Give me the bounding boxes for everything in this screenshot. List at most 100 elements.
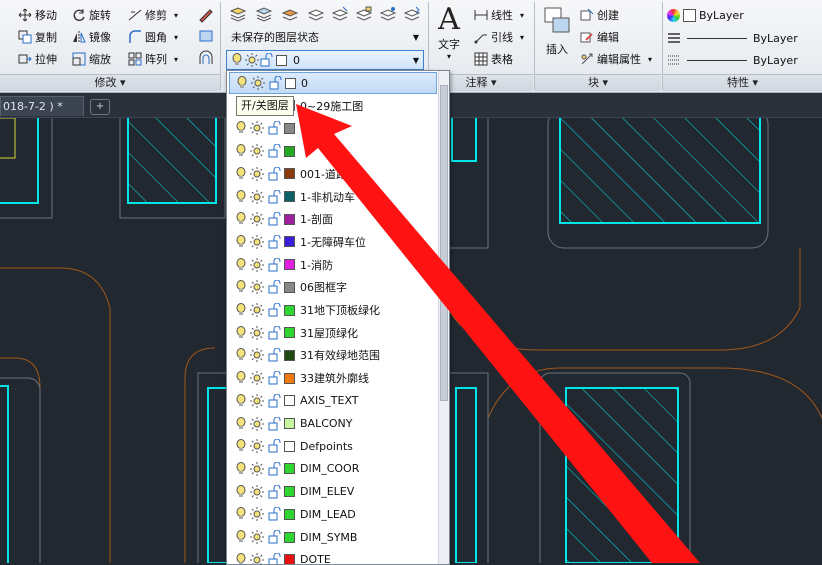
- edit-block-button[interactable]: 编辑: [580, 28, 619, 46]
- layer-color-swatch[interactable]: [284, 531, 295, 543]
- lightbulb-icon[interactable]: [235, 212, 247, 226]
- linear-dimension-button[interactable]: 线性 ▾: [474, 6, 524, 24]
- lightbulb-icon[interactable]: [235, 166, 247, 181]
- create-block-button[interactable]: 创建: [580, 6, 619, 24]
- layer-list-scrollbar[interactable]: [438, 71, 449, 564]
- sun-icon[interactable]: [250, 234, 264, 249]
- unlock-icon[interactable]: [267, 166, 281, 181]
- layer-row[interactable]: 0: [229, 72, 437, 94]
- layer-color-swatch[interactable]: [284, 418, 295, 429]
- unlock-icon[interactable]: [267, 416, 281, 431]
- sun-icon[interactable]: [250, 212, 264, 227]
- lightbulb-icon[interactable]: [235, 325, 247, 340]
- rotate-button[interactable]: 旋转: [72, 6, 111, 24]
- layer-color-swatch[interactable]: [284, 145, 295, 157]
- lightbulb-icon[interactable]: [235, 280, 247, 294]
- layer-row[interactable]: [229, 140, 435, 162]
- layer-row[interactable]: BALCONY: [229, 413, 435, 435]
- layer-lock-button[interactable]: [354, 4, 374, 24]
- unlock-icon[interactable]: [267, 393, 281, 408]
- lightbulb-icon[interactable]: [235, 144, 247, 158]
- linetype-select[interactable]: ByLayer: [666, 28, 820, 48]
- layer-row[interactable]: 1-消防: [229, 254, 435, 276]
- layer-properties-button[interactable]: [228, 4, 248, 24]
- trim-button[interactable]: 修剪 ▾: [128, 6, 178, 24]
- color-select[interactable]: ByLayer: [666, 5, 820, 25]
- block-panel-title[interactable]: 块 ▾: [535, 74, 661, 91]
- lightbulb-icon[interactable]: [235, 121, 247, 135]
- lightbulb-icon[interactable]: [235, 189, 247, 204]
- text-button[interactable]: A 文字 ▾: [434, 4, 464, 62]
- layer-row[interactable]: 31有效绿地范围: [229, 344, 435, 366]
- lightbulb-icon[interactable]: [235, 416, 247, 431]
- unlock-icon[interactable]: [267, 347, 281, 362]
- sun-icon[interactable]: [250, 371, 264, 386]
- lightbulb-icon[interactable]: [235, 371, 247, 385]
- unlock-icon[interactable]: [268, 75, 282, 90]
- edit-attributes-button[interactable]: 编辑属性 ▾: [580, 50, 652, 68]
- sun-icon[interactable]: [250, 461, 264, 476]
- layer-color-swatch[interactable]: [284, 440, 295, 452]
- layer-color-swatch[interactable]: [284, 304, 295, 316]
- leader-button[interactable]: 引线 ▾: [474, 28, 524, 46]
- layer-color-swatch[interactable]: [284, 259, 295, 271]
- unlock-icon[interactable]: [267, 484, 281, 499]
- sun-icon[interactable]: [251, 76, 265, 90]
- unlock-icon[interactable]: [267, 234, 281, 249]
- layer-color-swatch[interactable]: [285, 77, 296, 89]
- stretch-button[interactable]: 拉伸: [18, 50, 57, 68]
- lightbulb-icon[interactable]: [235, 303, 247, 317]
- mirror-button[interactable]: 镜像: [72, 28, 111, 46]
- layer-row[interactable]: DIM_LEAD: [229, 503, 435, 525]
- layer-walk-button[interactable]: [402, 4, 422, 24]
- unlock-icon[interactable]: [267, 552, 281, 564]
- fillet-dropdown-icon[interactable]: ▾: [174, 33, 178, 42]
- layer-color-swatch[interactable]: [284, 191, 295, 202]
- sun-icon[interactable]: [250, 257, 264, 272]
- layer-row[interactable]: 31地下顶板绿化: [229, 299, 435, 321]
- sun-icon[interactable]: [250, 303, 264, 317]
- layer-row[interactable]: 31屋顶绿化: [229, 322, 435, 344]
- unlock-icon[interactable]: [267, 506, 281, 521]
- unlock-icon[interactable]: [267, 461, 281, 476]
- layer-row[interactable]: 06图框字: [229, 276, 435, 298]
- unlock-icon[interactable]: [267, 120, 281, 135]
- sun-icon[interactable]: [250, 484, 264, 499]
- unlock-icon[interactable]: [267, 325, 281, 340]
- scale-button[interactable]: 缩放: [72, 50, 111, 68]
- layer-color-swatch[interactable]: [284, 281, 295, 293]
- sun-icon[interactable]: [250, 530, 264, 544]
- layer-row[interactable]: DIM_ELEV: [229, 481, 435, 503]
- lightbulb-icon[interactable]: [235, 484, 247, 499]
- layer-color-swatch[interactable]: [284, 395, 295, 407]
- layer-color-swatch[interactable]: [284, 122, 295, 134]
- layer-select[interactable]: 0 ▼: [226, 50, 424, 70]
- layer-row[interactable]: [229, 117, 435, 139]
- lightbulb-icon[interactable]: [235, 348, 247, 362]
- layer-row[interactable]: 33建筑外廓线: [229, 367, 435, 389]
- layer-color-swatch[interactable]: [284, 349, 295, 361]
- lightbulb-icon[interactable]: [235, 461, 247, 476]
- sun-icon[interactable]: [250, 393, 264, 408]
- layer-dropdown-list[interactable]: 0 0~29施工图 001-道路 1-非机动车 1-剖面 1-无障碍车位 1-消防 06图框字…: [226, 70, 450, 565]
- lineweight-select[interactable]: ByLayer: [666, 50, 820, 70]
- array-button[interactable]: 阵列 ▾: [128, 50, 178, 68]
- unlock-icon[interactable]: [267, 279, 281, 294]
- layer-row[interactable]: DIM_COOR: [229, 458, 435, 480]
- lightbulb-icon[interactable]: [235, 393, 247, 408]
- layer-isolate-button[interactable]: [280, 4, 300, 24]
- layer-freeze-button[interactable]: [306, 4, 326, 24]
- lightbulb-icon[interactable]: [235, 439, 247, 453]
- explode-button[interactable]: [196, 26, 216, 46]
- lightbulb-icon[interactable]: [235, 507, 247, 521]
- sun-icon[interactable]: [250, 439, 264, 454]
- layer-match-button[interactable]: [330, 4, 350, 24]
- layer-row[interactable]: Defpoints: [229, 435, 435, 457]
- lightbulb-icon[interactable]: [236, 76, 248, 90]
- layer-color-swatch[interactable]: [284, 236, 295, 248]
- lightbulb-icon[interactable]: [235, 234, 247, 249]
- trim-dropdown-icon[interactable]: ▾: [174, 11, 178, 20]
- lightbulb-icon[interactable]: [235, 552, 247, 564]
- sun-icon[interactable]: [250, 121, 264, 136]
- document-tab[interactable]: 018-7-2 ) *: [0, 96, 84, 116]
